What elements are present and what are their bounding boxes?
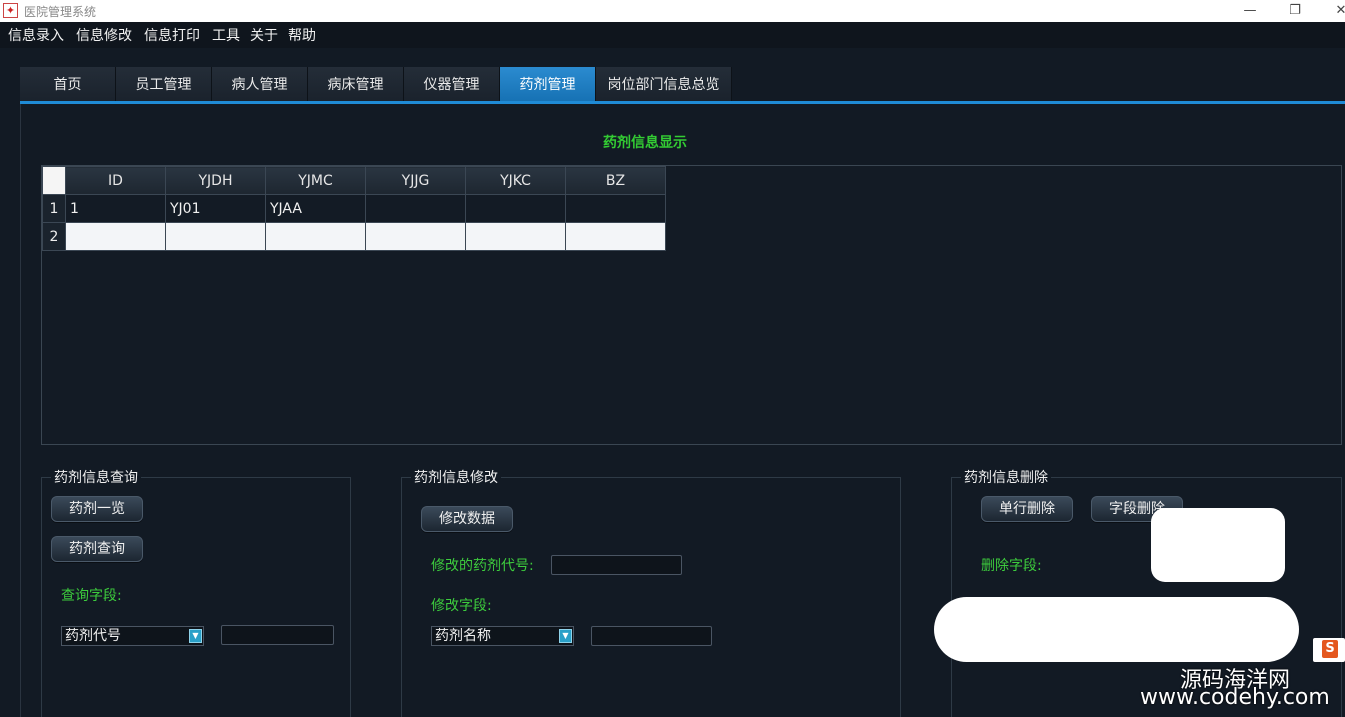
menu-info-modify[interactable]: 信息修改 bbox=[76, 25, 132, 45]
modify-field-select-value: 药剂名称 bbox=[435, 628, 491, 644]
column-header-yjmc[interactable]: YJMC bbox=[265, 166, 366, 195]
chevron-down-icon[interactable]: ▼ bbox=[559, 629, 572, 643]
tab-staff[interactable]: 员工管理 bbox=[116, 67, 212, 102]
logo-letter: S bbox=[1322, 640, 1338, 658]
tab-bar: 首页 员工管理 病人管理 病床管理 仪器管理 药剂管理 岗位部门信息总览 bbox=[20, 67, 1345, 102]
tab-home[interactable]: 首页 bbox=[20, 67, 116, 102]
menu-bar: 信息录入 信息修改 信息打印 工具 关于 帮助 bbox=[0, 22, 1345, 48]
table-cell[interactable] bbox=[365, 222, 466, 251]
query-input[interactable] bbox=[221, 625, 334, 645]
column-header-bz[interactable]: BZ bbox=[565, 166, 666, 195]
maximize-button[interactable]: ❐ bbox=[1272, 0, 1318, 22]
row-number[interactable]: 2 bbox=[42, 222, 66, 251]
column-header-yjkc[interactable]: YJKC bbox=[465, 166, 566, 195]
table-cell[interactable] bbox=[465, 222, 566, 251]
table-cell[interactable]: 1 bbox=[65, 194, 166, 223]
menu-help[interactable]: 帮助 bbox=[288, 25, 316, 45]
chevron-down-icon[interactable]: ▼ bbox=[189, 629, 202, 643]
modify-value-input[interactable] bbox=[591, 626, 712, 646]
row-delete-button[interactable]: 单行删除 bbox=[981, 496, 1073, 522]
menu-tools[interactable]: 工具 bbox=[212, 25, 240, 45]
watermark-url: www.codehy.com bbox=[1140, 685, 1330, 710]
table-corner[interactable] bbox=[42, 166, 66, 195]
table-row[interactable]: 2 bbox=[42, 222, 666, 251]
delete-field-label: 删除字段: bbox=[981, 558, 1042, 574]
watermark-logo: S bbox=[1313, 638, 1345, 662]
menu-about[interactable]: 关于 bbox=[250, 25, 278, 45]
list-all-button[interactable]: 药剂一览 bbox=[51, 496, 143, 522]
row-number[interactable]: 1 bbox=[42, 194, 66, 223]
table-cell[interactable] bbox=[65, 222, 166, 251]
title-bar: ✦ 医院管理系统 — ❐ ✕ bbox=[0, 0, 1345, 22]
modify-field-label: 修改字段: bbox=[431, 598, 492, 614]
query-field-select-value: 药剂代号 bbox=[65, 628, 121, 644]
tab-departments[interactable]: 岗位部门信息总览 bbox=[596, 67, 732, 102]
query-button[interactable]: 药剂查询 bbox=[51, 536, 143, 562]
column-header-yjdh[interactable]: YJDH bbox=[165, 166, 266, 195]
pharmacy-table[interactable]: ID YJDH YJMC YJJG YJKC BZ 1 1 YJ01 YJAA … bbox=[41, 165, 1342, 445]
table-cell[interactable] bbox=[165, 222, 266, 251]
table-cell[interactable] bbox=[565, 194, 666, 223]
modify-group-title: 药剂信息修改 bbox=[411, 467, 501, 487]
modify-button[interactable]: 修改数据 bbox=[421, 506, 513, 532]
table-row[interactable]: 1 1 YJ01 YJAA bbox=[42, 194, 666, 223]
query-field-label: 查询字段: bbox=[61, 588, 122, 604]
table-cell[interactable] bbox=[465, 194, 566, 223]
page-title: 药剂信息显示 bbox=[603, 135, 687, 151]
redaction-mask bbox=[934, 597, 1299, 662]
tab-beds[interactable]: 病床管理 bbox=[308, 67, 404, 102]
modify-field-select[interactable]: 药剂名称 ▼ bbox=[431, 626, 574, 646]
tab-patients[interactable]: 病人管理 bbox=[212, 67, 308, 102]
column-header-yjjg[interactable]: YJJG bbox=[365, 166, 466, 195]
menu-info-print[interactable]: 信息打印 bbox=[144, 25, 200, 45]
table-header-row: ID YJDH YJMC YJJG YJKC BZ bbox=[42, 166, 666, 195]
query-group-title: 药剂信息查询 bbox=[51, 467, 141, 487]
table-cell[interactable] bbox=[265, 222, 366, 251]
app-icon: ✦ bbox=[3, 3, 18, 18]
table-cell[interactable] bbox=[365, 194, 466, 223]
table-cell[interactable] bbox=[565, 222, 666, 251]
window-title: 医院管理系统 bbox=[24, 5, 97, 19]
table-cell[interactable]: YJAA bbox=[265, 194, 366, 223]
data-grid[interactable]: ID YJDH YJMC YJJG YJKC BZ 1 1 YJ01 YJAA … bbox=[42, 166, 666, 251]
tab-instruments[interactable]: 仪器管理 bbox=[404, 67, 500, 102]
redaction-mask bbox=[1151, 508, 1285, 582]
close-button[interactable]: ✕ bbox=[1318, 0, 1345, 22]
modify-code-input[interactable] bbox=[551, 555, 682, 575]
menu-info-entry[interactable]: 信息录入 bbox=[8, 25, 64, 45]
modify-code-label: 修改的药剂代号: bbox=[431, 558, 534, 574]
tab-pharmacy[interactable]: 药剂管理 bbox=[500, 67, 596, 102]
table-cell[interactable]: YJ01 bbox=[165, 194, 266, 223]
query-field-select[interactable]: 药剂代号 ▼ bbox=[61, 626, 204, 646]
minimize-button[interactable]: — bbox=[1227, 0, 1273, 22]
delete-group-title: 药剂信息删除 bbox=[961, 467, 1051, 487]
column-header-id[interactable]: ID bbox=[65, 166, 166, 195]
